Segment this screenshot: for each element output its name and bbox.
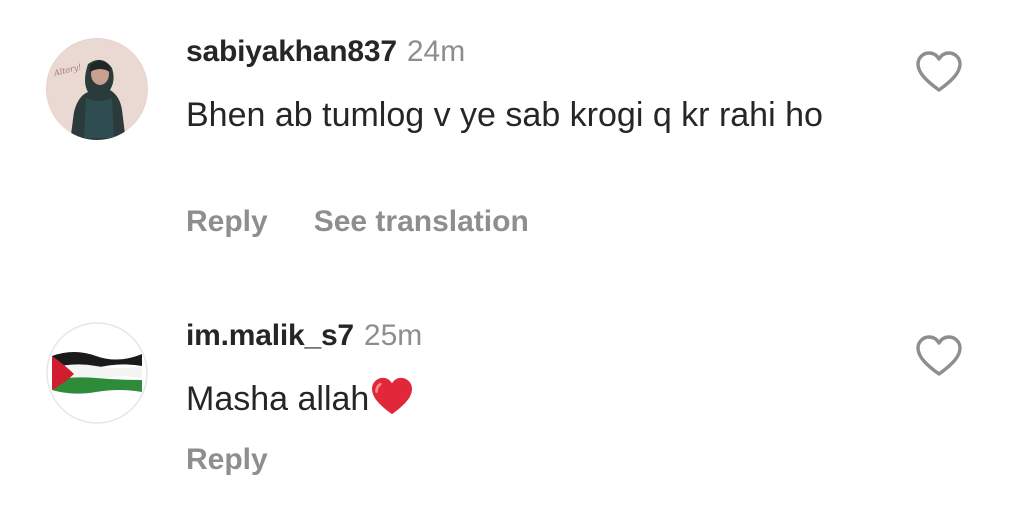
comment-text-content: Masha allah: [186, 380, 370, 418]
avatar[interactable]: [46, 322, 148, 424]
see-translation-button[interactable]: See translation: [314, 205, 529, 238]
username[interactable]: im.malik_s7: [186, 319, 354, 352]
comment-text: Masha allah: [186, 372, 886, 426]
heart-outline-icon[interactable]: [915, 334, 963, 378]
comment-header: sabiyakhan837 24m: [186, 30, 465, 74]
timestamp: 25m: [363, 319, 423, 352]
comment-actions: Reply See translation: [186, 202, 529, 242]
red-heart-emoji: [372, 377, 413, 415]
comment-item: im.malik_s7 25m Masha allah Reply: [0, 300, 1024, 512]
timestamp: 24m: [406, 35, 466, 68]
heart-outline-icon[interactable]: [915, 50, 963, 94]
avatar[interactable]: Altory!: [46, 38, 148, 140]
reply-button[interactable]: Reply: [186, 443, 268, 476]
username[interactable]: sabiyakhan837: [186, 35, 397, 68]
comment-item: Altory! sabiyakhan837 24m Bhen ab tumlog …: [0, 0, 1024, 260]
comment-header: im.malik_s7 25m: [186, 314, 422, 358]
reply-button[interactable]: Reply: [186, 205, 268, 238]
comment-text: Bhen ab tumlog v ye sab krogi q kr rahi …: [186, 96, 823, 134]
comment-actions: Reply: [186, 440, 268, 480]
